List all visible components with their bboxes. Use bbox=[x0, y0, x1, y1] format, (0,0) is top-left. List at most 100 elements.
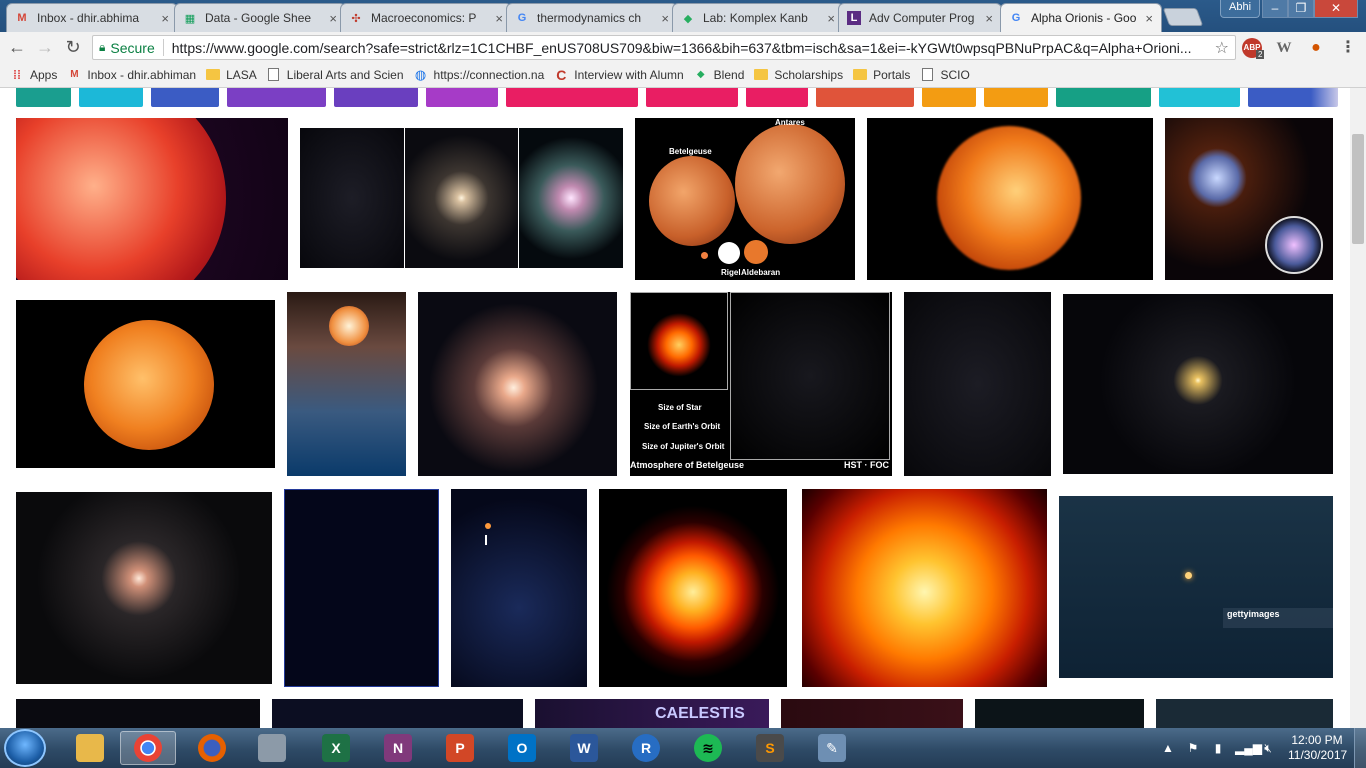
filter-chip[interactable] bbox=[816, 88, 914, 107]
show-desktop-button[interactable] bbox=[1354, 728, 1366, 768]
taskbar-chrome[interactable] bbox=[120, 731, 176, 765]
result-image-orion-photo[interactable] bbox=[451, 489, 587, 687]
taskbar-spotify[interactable]: ≋ bbox=[680, 731, 736, 765]
bookmark-interview[interactable]: C Interview with Alumn bbox=[554, 67, 683, 83]
taskbar-word[interactable]: W bbox=[556, 731, 612, 765]
tab-komplex-kanban[interactable]: ◆ Lab: Komplex Kanb × bbox=[672, 3, 844, 32]
close-icon[interactable]: × bbox=[827, 11, 835, 26]
taskbar-excel[interactable]: X bbox=[308, 731, 364, 765]
bookmark-inbox[interactable]: M Inbox - dhir.abhiman bbox=[67, 68, 196, 82]
taskbar-paint[interactable]: ✎ bbox=[804, 731, 860, 765]
result-image-star-illustration[interactable] bbox=[287, 292, 406, 476]
filter-chip[interactable] bbox=[79, 88, 143, 107]
chevron-up-icon[interactable]: ▲ bbox=[1160, 741, 1176, 755]
filter-chip[interactable] bbox=[922, 88, 976, 107]
tab-alpha-orionis[interactable]: G Alpha Orionis - Goo × bbox=[1000, 3, 1162, 32]
result-image-row4-1[interactable] bbox=[16, 699, 260, 728]
taskbar-calculator[interactable] bbox=[244, 731, 300, 765]
close-icon[interactable]: × bbox=[661, 11, 669, 26]
result-image-orange-disk[interactable] bbox=[867, 118, 1153, 280]
filter-chip[interactable] bbox=[334, 88, 418, 107]
taskbar-firefox[interactable] bbox=[184, 731, 240, 765]
volume-muted-icon[interactable]: 🔇︎ bbox=[1260, 741, 1276, 756]
tab-inbox[interactable]: M Inbox - dhir.abhima × bbox=[6, 3, 178, 32]
profile-button[interactable]: Abhi bbox=[1220, 0, 1261, 18]
result-image-getty-star[interactable]: gettyimages bbox=[1059, 496, 1333, 678]
filter-chip[interactable] bbox=[151, 88, 219, 107]
result-image-betelgeuse-antares[interactable]: Betelgeuse Antares Rigel Aldebaran bbox=[635, 118, 855, 280]
maximize-button[interactable]: ❐ bbox=[1288, 0, 1314, 18]
forward-button[interactable]: → bbox=[34, 36, 56, 58]
result-image-nebula-zoom[interactable] bbox=[1165, 118, 1333, 280]
taskbar-sublime[interactable]: S bbox=[742, 731, 798, 765]
result-image-large-glow[interactable] bbox=[802, 489, 1047, 687]
result-image-orange-sphere[interactable] bbox=[16, 300, 275, 468]
result-image-glowing-star[interactable] bbox=[418, 292, 617, 476]
url-text[interactable]: https://www.google.com/search?safe=stric… bbox=[172, 40, 1215, 56]
close-icon[interactable]: × bbox=[1145, 11, 1153, 26]
result-image-row4-5[interactable] bbox=[975, 699, 1144, 728]
taskbar-file-explorer[interactable] bbox=[62, 731, 118, 765]
result-image-red-star[interactable] bbox=[16, 118, 288, 280]
tab-macroeconomics[interactable]: ✣ Macroeconomics: P × bbox=[340, 3, 512, 32]
result-image-orion-chart[interactable] bbox=[904, 292, 1051, 476]
flag-icon[interactable]: ⚑ bbox=[1185, 741, 1201, 755]
taskbar-powerpoint[interactable]: P bbox=[432, 731, 488, 765]
wifi-signal-icon[interactable]: ▂▄▆ bbox=[1235, 741, 1262, 755]
close-icon[interactable]: × bbox=[329, 11, 337, 26]
tab-thermodynamics[interactable]: G thermodynamics ch × bbox=[506, 3, 678, 32]
bookmark-scio[interactable]: SCIO bbox=[920, 68, 970, 82]
address-bar[interactable]: 🔒︎ Secure https://www.google.com/search?… bbox=[92, 35, 1236, 60]
tab-adv-computer-prog[interactable]: L Adv Computer Prog × bbox=[838, 3, 1002, 32]
filter-chip[interactable] bbox=[1159, 88, 1240, 107]
close-icon[interactable]: × bbox=[985, 11, 993, 26]
result-image-row4-2[interactable] bbox=[272, 699, 523, 728]
filter-chip[interactable] bbox=[16, 88, 71, 107]
bookmark-blend[interactable]: ◆ Blend bbox=[694, 68, 745, 82]
result-image-star-distant[interactable] bbox=[16, 492, 272, 684]
result-image-orion-map[interactable] bbox=[284, 489, 439, 687]
close-window-button[interactable]: ✕ bbox=[1314, 0, 1358, 18]
bookmark-scholarships[interactable]: Scholarships bbox=[754, 68, 843, 82]
result-image-row4-6[interactable] bbox=[1156, 699, 1333, 728]
result-image-starfield[interactable] bbox=[300, 128, 404, 268]
menu-icon[interactable]: ⋮ bbox=[1338, 38, 1358, 58]
taskbar-outlook[interactable]: O bbox=[494, 731, 550, 765]
bookmark-liberal-arts[interactable]: Liberal Arts and Scien bbox=[267, 68, 404, 82]
battery-icon[interactable]: ▮ bbox=[1210, 741, 1226, 755]
result-image-row4-4[interactable] bbox=[781, 699, 963, 728]
filter-chip[interactable] bbox=[506, 88, 638, 107]
result-image-hst-betelgeuse[interactable]: Size of Star Size of Earth's Orbit Size … bbox=[630, 292, 892, 476]
start-button[interactable] bbox=[4, 729, 46, 767]
taskbar-onenote[interactable]: N bbox=[370, 731, 426, 765]
filter-chip[interactable] bbox=[1248, 88, 1338, 107]
filter-chip[interactable] bbox=[746, 88, 808, 107]
result-image-pixel-star[interactable] bbox=[599, 489, 787, 687]
wikipedia-icon[interactable]: W bbox=[1274, 38, 1294, 58]
minimize-button[interactable]: ‒ bbox=[1262, 0, 1288, 18]
result-image-bright-star[interactable] bbox=[405, 128, 518, 268]
result-image-star-nebula[interactable] bbox=[519, 128, 623, 268]
tab-data-sheets[interactable]: ▦ Data - Google Shee × bbox=[174, 3, 346, 32]
page-scrollbar[interactable] bbox=[1350, 88, 1366, 728]
filter-chip[interactable] bbox=[984, 88, 1048, 107]
bookmark-apps[interactable]: ⁞⁞ Apps bbox=[10, 68, 57, 82]
back-button[interactable]: ← bbox=[6, 36, 28, 58]
filter-chip[interactable] bbox=[227, 88, 326, 107]
filter-chip[interactable] bbox=[1056, 88, 1151, 107]
bookmark-star-icon[interactable]: ☆ bbox=[1215, 38, 1229, 58]
filter-chip[interactable] bbox=[646, 88, 738, 107]
bookmark-portals[interactable]: Portals bbox=[853, 68, 910, 82]
bookmark-lasa[interactable]: LASA bbox=[206, 68, 257, 82]
cookie-icon[interactable]: ● bbox=[1306, 38, 1326, 58]
taskbar-r[interactable]: R bbox=[618, 731, 674, 765]
bookmark-connection[interactable]: ◍ https://connection.na bbox=[414, 67, 544, 82]
scrollbar-thumb[interactable] bbox=[1352, 134, 1364, 244]
new-tab-button[interactable] bbox=[1162, 8, 1204, 26]
close-icon[interactable]: × bbox=[495, 11, 503, 26]
result-image-single-star[interactable] bbox=[1063, 294, 1333, 474]
filter-chip[interactable] bbox=[426, 88, 498, 107]
reload-button[interactable]: ↻ bbox=[62, 36, 84, 58]
close-icon[interactable]: × bbox=[161, 11, 169, 26]
system-clock[interactable]: 12:00 PM 11/30/2017 bbox=[1288, 733, 1347, 763]
